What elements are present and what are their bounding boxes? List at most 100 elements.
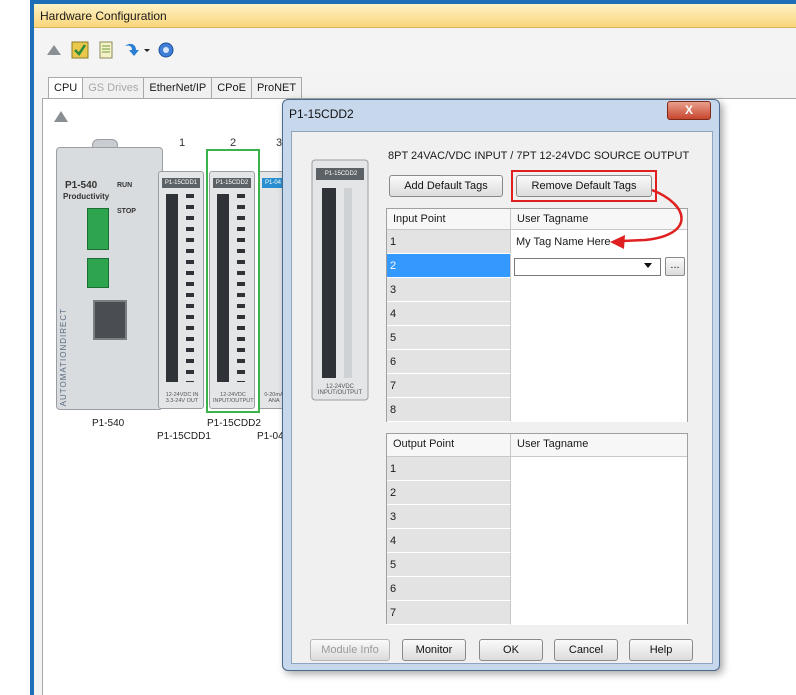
checkmark-icon[interactable]	[70, 40, 90, 60]
module-p1-04[interactable]: P1-04 0-20mA ANA	[258, 171, 284, 409]
table-row[interactable]: 3	[387, 505, 687, 529]
notepad-icon[interactable]	[96, 40, 116, 60]
selected-module-outline	[206, 149, 260, 413]
point-cell: 3	[387, 278, 511, 302]
table-row[interactable]: 2	[387, 481, 687, 505]
point-cell: 4	[387, 529, 511, 553]
grid-header: Output Point User Tagname	[387, 434, 687, 457]
point-cell: 8	[387, 398, 511, 422]
monitor-button[interactable]: Monitor	[402, 639, 466, 661]
dialog-title: P1-15CDD2	[289, 107, 354, 121]
tagname-cell[interactable]	[511, 350, 687, 374]
module-header: P1-04	[262, 178, 284, 188]
tagname-cell[interactable]	[511, 553, 687, 577]
table-row[interactable]: 4	[387, 529, 687, 553]
rs485-port	[87, 208, 109, 250]
tagname-cell[interactable]	[511, 278, 687, 302]
column-header-input-point: Input Point	[387, 209, 511, 229]
ellipsis-button[interactable]: ...	[665, 257, 685, 276]
point-cell: 2	[387, 481, 511, 505]
tagname-combo-input[interactable]	[514, 258, 661, 276]
module-caption: P1-540	[92, 418, 125, 429]
point-cell: 3	[387, 505, 511, 529]
terminal-strip	[166, 194, 178, 382]
module-description: 8PT 24VAC/VDC INPUT / 7PT 12-24VDC SOURC…	[388, 150, 690, 162]
module-p1-15cdd1[interactable]: P1-15CDD1 12-24VDC IN 3.3-24V OUT	[158, 171, 204, 409]
table-row[interactable]: 6	[387, 350, 687, 374]
tagname-cell[interactable]	[511, 326, 687, 350]
tab-ethernet-ip[interactable]: EtherNet/IP	[143, 77, 213, 98]
automationdirect-logo: AUTOMATIONDIRECT	[59, 308, 68, 407]
toolbar	[34, 29, 796, 71]
table-row[interactable]: 7	[387, 374, 687, 398]
tagname-cell[interactable]	[511, 529, 687, 553]
slot-number: 2	[230, 137, 237, 149]
cpu-run-text: RUN	[117, 182, 133, 189]
tab-gs-drives: GS Drives	[82, 77, 145, 98]
help-icon[interactable]	[156, 40, 176, 60]
point-cell: 7	[387, 601, 511, 625]
upload-icon[interactable]	[44, 40, 64, 60]
tagname-cell[interactable]	[511, 481, 687, 505]
close-button[interactable]: X	[667, 101, 711, 120]
table-row[interactable]: 6	[387, 577, 687, 601]
tagname-cell[interactable]	[511, 302, 687, 326]
tab-cpoe[interactable]: CPoE	[211, 77, 252, 98]
column-header-user-tagname: User Tagname	[517, 438, 589, 450]
arrow-dropdown-icon[interactable]	[122, 40, 152, 60]
cancel-button[interactable]: Cancel	[554, 639, 618, 661]
module-footer: 12-24VDC IN 3.3-24V OUT	[165, 392, 199, 404]
tagname-cell[interactable]	[511, 398, 687, 422]
point-cell: 5	[387, 326, 511, 350]
module-picture-footer: 12-24VDC INPUT/OUTPUT	[317, 384, 363, 396]
slot-number: 1	[179, 137, 186, 149]
table-row-selected[interactable]: 2 ...	[387, 254, 687, 278]
ethernet-port	[93, 300, 127, 340]
module-info-button: Module Info	[310, 639, 390, 661]
module-caption: P1-15CDD2	[207, 418, 261, 429]
ok-button[interactable]: OK	[479, 639, 543, 661]
table-row[interactable]: 5	[387, 553, 687, 577]
table-row[interactable]: 8	[387, 398, 687, 422]
column-header-output-point: Output Point	[387, 434, 511, 456]
tagname-cell[interactable]	[511, 601, 687, 625]
cpu-stop-text: STOP	[117, 208, 136, 215]
cpu-brand-text: Productivity	[63, 192, 110, 201]
window-title: Hardware Configuration	[34, 4, 796, 28]
table-row[interactable]: 1 My Tag Name Here	[387, 230, 687, 254]
point-cell: 6	[387, 350, 511, 374]
point-cell: 7	[387, 374, 511, 398]
module-caption: P1-15CDD1	[157, 431, 211, 442]
tab-cpu[interactable]: CPU	[48, 77, 84, 99]
module-dialog: P1-15CDD2 X P1-15CDD2 12-24VDC INPUT/OUT…	[282, 99, 720, 671]
table-row[interactable]: 1	[387, 457, 687, 481]
point-cell: 1	[387, 457, 511, 481]
callout-highlight-box	[511, 170, 657, 202]
tab-strip: CPU GS Drives EtherNet/IP CPoE ProNET	[48, 77, 303, 99]
tagname-cell[interactable]	[511, 577, 687, 601]
point-cell: 4	[387, 302, 511, 326]
tagname-cell[interactable]	[511, 457, 687, 481]
module-header: P1-15CDD1	[162, 178, 200, 188]
tagname-cell[interactable]: My Tag Name Here	[511, 230, 687, 254]
tagname-cell[interactable]	[511, 505, 687, 529]
table-row[interactable]: 7	[387, 601, 687, 625]
help-button[interactable]: Help	[629, 639, 693, 661]
rs232-port	[87, 258, 109, 288]
terminal-leds	[186, 194, 194, 382]
cpu-model-text: P1-540	[65, 180, 98, 191]
point-cell: 5	[387, 553, 511, 577]
dialog-client-area: P1-15CDD2 12-24VDC INPUT/OUTPUT 8PT 24VA…	[291, 131, 713, 664]
module-picture-header: P1-15CDD2	[324, 171, 358, 177]
table-row[interactable]: 3	[387, 278, 687, 302]
module-picture	[311, 159, 369, 401]
chevron-down-icon[interactable]	[644, 263, 652, 268]
add-default-tags-button[interactable]: Add Default Tags	[389, 175, 503, 197]
tagname-cell[interactable]	[511, 374, 687, 398]
table-row[interactable]: 5	[387, 326, 687, 350]
grid-header: Input Point User Tagname	[387, 209, 687, 230]
cpu-module-p1-540[interactable]: P1-540 Productivity RUN STOP AUTOMATIOND…	[56, 147, 163, 410]
table-row[interactable]: 4	[387, 302, 687, 326]
tab-pronet[interactable]: ProNET	[250, 77, 303, 98]
upload-icon[interactable]	[52, 108, 70, 124]
